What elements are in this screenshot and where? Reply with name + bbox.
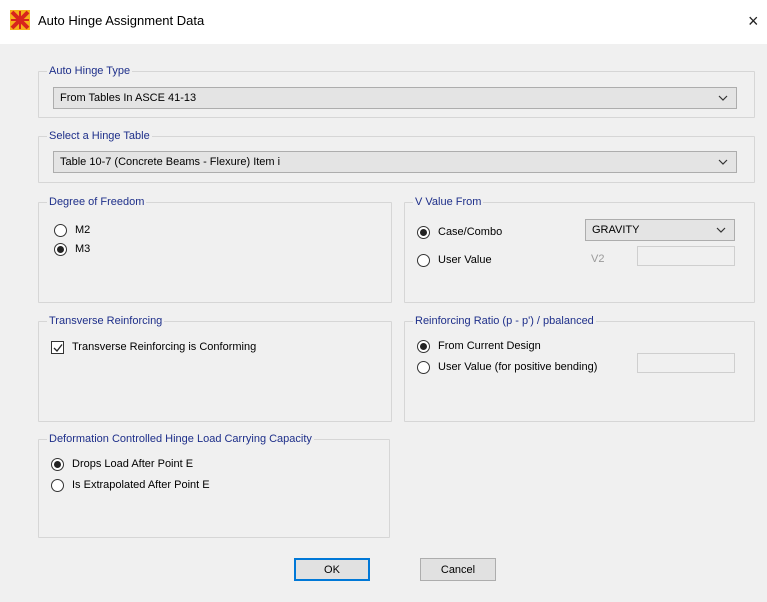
check-icon xyxy=(53,343,63,352)
hinge-table-value: Table 10-7 (Concrete Beams - Flexure) It… xyxy=(60,156,281,168)
auto-hinge-type-select[interactable]: From Tables In ASCE 41-13 xyxy=(53,87,737,109)
reinforcing-ratio-group: Reinforcing Ratio (p - p') / pbalanced F… xyxy=(404,314,755,422)
extrapolated-option[interactable]: Is Extrapolated After Point E xyxy=(51,477,210,493)
transverse-group: Transverse Reinforcing Transverse Reinfo… xyxy=(38,314,392,422)
v-case-combo-label: Case/Combo xyxy=(438,226,503,238)
radio-case-combo[interactable] xyxy=(417,225,430,239)
radio-m2[interactable] xyxy=(54,223,67,237)
from-current-design-option[interactable]: From Current Design xyxy=(417,338,541,354)
chevron-down-icon xyxy=(716,227,726,233)
close-icon[interactable]: × xyxy=(748,6,767,36)
ok-button[interactable]: OK xyxy=(294,558,370,581)
window-title: Auto Hinge Assignment Data xyxy=(38,13,205,28)
drops-load-option[interactable]: Drops Load After Point E xyxy=(51,456,193,472)
reinforcing-ratio-label: Reinforcing Ratio (p - p') / pbalanced xyxy=(413,314,596,328)
hinge-table-label: Select a Hinge Table xyxy=(47,129,152,143)
ratio-user-value-label: User Value (for positive bending) xyxy=(438,361,598,373)
chevron-down-icon xyxy=(718,159,728,165)
transverse-checkbox-label: Transverse Reinforcing is Conforming xyxy=(72,341,257,353)
dialog-body: Auto Hinge Type From Tables In ASCE 41-1… xyxy=(0,44,767,602)
chevron-down-icon xyxy=(718,95,728,101)
from-current-design-label: From Current Design xyxy=(438,340,541,352)
deformation-label: Deformation Controlled Hinge Load Carryi… xyxy=(47,432,314,446)
radio-from-current-design[interactable] xyxy=(417,339,430,353)
radio-ratio-user-value[interactable] xyxy=(417,360,430,374)
v-value-group: V Value From Case/Combo GRAVITY User Val… xyxy=(404,195,755,303)
dof-option-m2[interactable]: M2 xyxy=(54,222,90,238)
hinge-table-select[interactable]: Table 10-7 (Concrete Beams - Flexure) It… xyxy=(53,151,737,173)
transverse-checkbox[interactable] xyxy=(51,340,64,354)
cancel-button[interactable]: Cancel xyxy=(420,558,496,581)
deformation-group: Deformation Controlled Hinge Load Carryi… xyxy=(38,432,390,538)
dof-option-label: M2 xyxy=(75,224,91,236)
hinge-table-group: Select a Hinge Table Table 10-7 (Concret… xyxy=(38,129,755,183)
radio-extrapolated[interactable] xyxy=(51,478,64,492)
radio-drops-load[interactable] xyxy=(51,457,64,471)
dof-option-label: M3 xyxy=(75,243,91,255)
combo-select-value: GRAVITY xyxy=(592,224,640,236)
v-user-value-label: User Value xyxy=(438,254,492,266)
auto-hinge-type-group: Auto Hinge Type From Tables In ASCE 41-1… xyxy=(38,64,755,118)
v2-label: V2 xyxy=(591,253,605,265)
title-bar: Auto Hinge Assignment Data × xyxy=(0,0,767,44)
auto-hinge-type-label: Auto Hinge Type xyxy=(47,64,133,78)
dof-label: Degree of Freedom xyxy=(47,195,147,209)
ratio-user-value-input[interactable] xyxy=(637,353,735,373)
app-icon xyxy=(10,10,30,30)
auto-hinge-type-value: From Tables In ASCE 41-13 xyxy=(60,92,197,104)
ratio-user-value-option[interactable]: User Value (for positive bending) xyxy=(417,359,597,375)
v-value-label: V Value From xyxy=(413,195,484,209)
dof-group: Degree of Freedom M2 M3 xyxy=(38,195,392,303)
combo-select[interactable]: GRAVITY xyxy=(585,219,735,241)
extrapolated-label: Is Extrapolated After Point E xyxy=(72,479,210,491)
v2-input[interactable] xyxy=(637,246,735,266)
transverse-conforming-option[interactable]: Transverse Reinforcing is Conforming xyxy=(51,339,256,355)
v-user-value-option[interactable]: User Value xyxy=(417,252,492,268)
radio-user-value[interactable] xyxy=(417,253,430,267)
v-case-combo-option[interactable]: Case/Combo xyxy=(417,224,502,240)
dof-option-m3[interactable]: M3 xyxy=(54,241,90,257)
transverse-label: Transverse Reinforcing xyxy=(47,314,165,328)
drops-load-label: Drops Load After Point E xyxy=(72,458,194,470)
radio-m3[interactable] xyxy=(54,242,67,256)
